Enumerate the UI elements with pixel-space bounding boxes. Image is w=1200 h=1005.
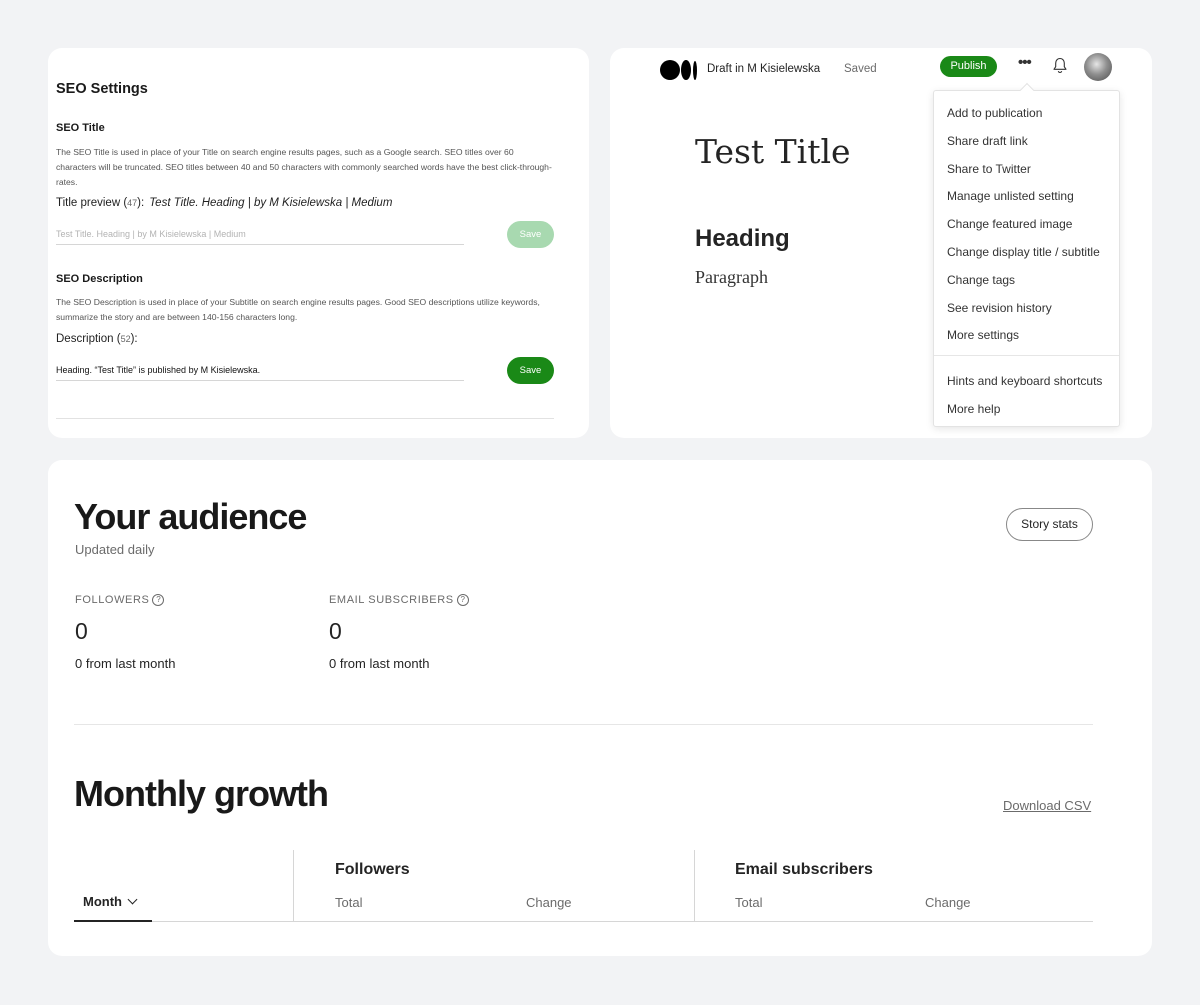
audience-subtitle: Updated daily — [75, 542, 155, 557]
menu-item-more-help[interactable]: More help — [934, 395, 1119, 423]
menu-primary-list: Add to publication Share draft link Shar… — [934, 99, 1119, 349]
column-separator — [293, 850, 294, 921]
chevron-down-icon — [127, 894, 138, 905]
medium-logo-icon[interactable] — [660, 60, 700, 80]
seo-description-input[interactable]: Heading. “Test Title” is published by M … — [56, 361, 464, 381]
menu-item-change-featured-image[interactable]: Change featured image — [934, 210, 1119, 238]
menu-item-share-to-twitter[interactable]: Share to Twitter — [934, 155, 1119, 183]
audience-stats-panel: Your audience Updated daily Story stats … — [48, 460, 1152, 956]
menu-item-change-display-title[interactable]: Change display title / subtitle — [934, 238, 1119, 266]
menu-item-add-to-publication[interactable]: Add to publication — [934, 99, 1119, 127]
email-total-header: Total — [735, 895, 763, 910]
month-sort-dropdown[interactable]: Month — [83, 894, 138, 909]
menu-divider — [934, 355, 1119, 356]
email-change-header: Change — [925, 895, 971, 910]
menu-item-manage-unlisted[interactable]: Manage unlisted setting — [934, 182, 1119, 210]
description-count-suffix: ): — [130, 333, 138, 345]
title-preview-count: 47 — [127, 198, 138, 208]
audience-title: Your audience — [74, 496, 307, 537]
story-title[interactable]: Test Title — [695, 132, 851, 171]
help-icon[interactable]: ? — [152, 594, 165, 606]
divider — [56, 418, 554, 419]
save-status: Saved — [844, 63, 877, 75]
seo-title-input[interactable]: Test Title. Heading | by M Kisielewska |… — [56, 225, 464, 245]
title-preview-text: Test Title. Heading | by M Kisielewska |… — [149, 197, 393, 209]
story-editor-panel: Draft in M Kisielewska Saved Publish •••… — [610, 48, 1152, 438]
menu-item-change-tags[interactable]: Change tags — [934, 266, 1119, 294]
seo-settings-heading: SEO Settings — [56, 81, 148, 97]
followers-change: 0 from last month — [75, 656, 176, 671]
email-subscribers-change: 0 from last month — [329, 656, 430, 671]
seo-title-label: SEO Title — [56, 122, 105, 134]
followers-count: 0 — [75, 618, 88, 644]
story-paragraph[interactable]: Paragraph — [695, 267, 768, 288]
followers-total-header: Total — [335, 895, 363, 910]
divider — [74, 724, 1093, 725]
title-preview-label: Title preview ( — [56, 197, 128, 209]
seo-description-label: SEO Description — [56, 273, 143, 285]
email-subscribers-label: EMAIL SUBSCRIBERS? — [329, 594, 469, 606]
menu-item-revision-history[interactable]: See revision history — [934, 294, 1119, 322]
user-avatar[interactable] — [1084, 53, 1112, 81]
notifications-bell-icon[interactable] — [1052, 57, 1068, 74]
description-count-label: Description ( — [56, 333, 121, 345]
publish-button[interactable]: Publish — [940, 56, 997, 77]
table-header-border — [74, 921, 1093, 922]
followers-column-heading: Followers — [335, 861, 410, 878]
seo-description-save-button[interactable]: Save — [507, 357, 554, 384]
column-separator — [694, 850, 695, 921]
story-stats-button[interactable]: Story stats — [1006, 508, 1093, 541]
menu-item-share-draft-link[interactable]: Share draft link — [934, 127, 1119, 155]
description-count-line: Description (52): — [56, 333, 138, 345]
help-icon[interactable]: ? — [456, 594, 469, 606]
draft-location-label: Draft in M Kisielewska — [707, 63, 821, 75]
followers-label: FOLLOWERS? — [75, 594, 165, 606]
title-preview-suffix: ): — [137, 197, 145, 209]
email-subscribers-count: 0 — [329, 618, 342, 644]
monthly-growth-title: Monthly growth — [74, 773, 329, 814]
description-count: 52 — [120, 334, 131, 344]
followers-change-header: Change — [526, 895, 572, 910]
email-subscribers-column-heading: Email subscribers — [735, 861, 873, 878]
seo-title-save-button[interactable]: Save — [507, 221, 554, 248]
download-csv-link[interactable]: Download CSV — [1003, 798, 1091, 813]
seo-settings-panel: SEO Settings SEO Title The SEO Title is … — [48, 48, 589, 438]
active-tab-indicator — [74, 920, 152, 922]
followers-label-text: FOLLOWERS — [75, 594, 150, 606]
seo-description-text: The SEO Description is used in place of … — [56, 297, 540, 322]
month-label: Month — [83, 894, 122, 909]
menu-item-hints-shortcuts[interactable]: Hints and keyboard shortcuts — [934, 367, 1119, 395]
story-heading[interactable]: Heading — [695, 225, 790, 253]
menu-item-more-settings[interactable]: More settings — [934, 321, 1119, 349]
menu-secondary-list: Hints and keyboard shortcuts More help — [934, 367, 1119, 423]
seo-title-description: The SEO Title is used in place of your T… — [56, 147, 552, 187]
email-subscribers-label-text: EMAIL SUBSCRIBERS — [329, 594, 454, 606]
more-options-icon[interactable]: ••• — [1018, 54, 1032, 71]
title-preview-line: Title preview (47): Test Title. Heading |… — [56, 197, 392, 209]
more-options-menu: Add to publication Share draft link Shar… — [933, 90, 1120, 427]
